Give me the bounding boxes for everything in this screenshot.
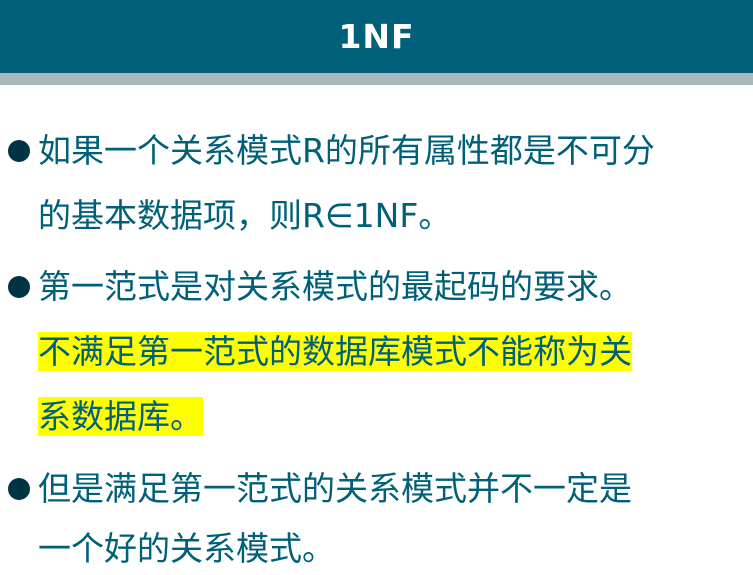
- bullet-3-line-2: 一个好的关系模式。: [38, 529, 335, 568]
- highlighted-text: 系数据库。: [38, 397, 203, 436]
- bullet-1-line-2: 的基本数据项，则R∈1NF。: [38, 196, 452, 235]
- bullet-list: 如果一个关系模式R的所有属性都是不可分 的基本数据项，则R∈1NF。 第一范式是…: [0, 0, 753, 575]
- bullet-2-highlight-line-2: 系数据库。: [38, 396, 203, 438]
- bullet-dot-icon: [8, 478, 30, 500]
- bullet-2-line-1: 第一范式是对关系模式的最起码的要求。: [38, 267, 632, 306]
- bullet-1-line-1: 如果一个关系模式R的所有属性都是不可分: [38, 131, 655, 170]
- highlighted-text: 不满足第一范式的数据库模式不能称为关: [38, 332, 632, 371]
- bullet-dot-icon: [8, 276, 30, 298]
- bullet-3-line-1: 但是满足第一范式的关系模式并不一定是: [38, 469, 632, 508]
- bullet-2-highlight-line-1: 不满足第一范式的数据库模式不能称为关: [38, 331, 632, 373]
- bullet-dot-icon: [8, 140, 30, 162]
